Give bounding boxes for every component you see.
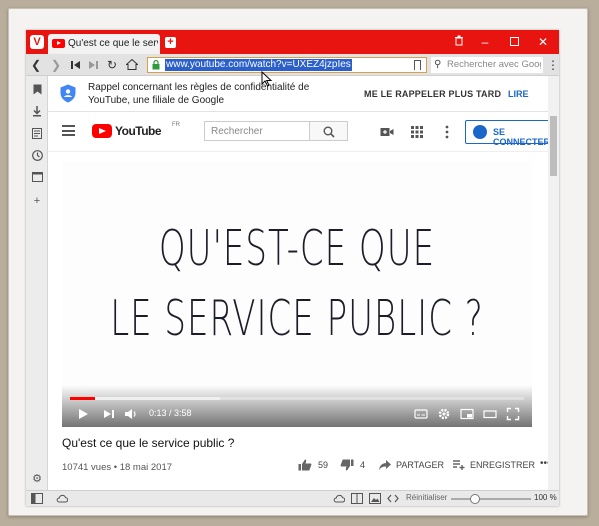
apps-grid-icon[interactable] (410, 125, 424, 139)
youtube-search-placeholder: Rechercher (211, 126, 263, 137)
volume-icon[interactable] (124, 407, 138, 421)
theater-mode-icon[interactable] (483, 407, 497, 421)
home-icon[interactable] (124, 56, 140, 74)
mouse-cursor-icon (261, 71, 273, 87)
lock-icon (152, 60, 160, 70)
downloads-icon[interactable] (30, 106, 44, 120)
video-frame-text-line1: QU'EST-CE QUE (158, 220, 436, 278)
video-frame-text-line2: LE SERVICE PUBLIC ? (110, 290, 484, 348)
dislike-icon[interactable] (340, 459, 354, 471)
add-to-playlist-icon[interactable] (452, 459, 466, 471)
window-panel-icon[interactable] (30, 172, 44, 186)
account-icon (473, 125, 487, 139)
hamburger-menu-icon[interactable] (62, 125, 75, 136)
video-meta: 10741 vues • 18 mai 2017 (62, 462, 173, 473)
tab-title: Qu'est ce que le service public (68, 38, 158, 49)
settings-more-icon[interactable] (440, 125, 454, 139)
url-text: www.youtube.com/watch?v=UXEZ4jzpIes (165, 59, 352, 71)
trash-icon[interactable] (451, 34, 467, 50)
privacy-notice: Rappel concernant les règles de confiden… (48, 76, 548, 112)
title-bar: V Qu'est ce que le service public + – ✕ (26, 30, 559, 54)
url-field[interactable]: www.youtube.com/watch?v=UXEZ4jzpIes (147, 57, 427, 73)
youtube-logo-text[interactable]: YouTube (115, 124, 162, 138)
bookmarks-icon[interactable] (30, 84, 44, 98)
youtube-logo-icon[interactable] (92, 124, 112, 138)
page-content: Rappel concernant les règles de confiden… (48, 76, 559, 490)
vivaldi-menu-button[interactable]: V (30, 35, 44, 49)
share-button[interactable]: PARTAGER (396, 460, 444, 470)
progress-fill (70, 397, 95, 400)
youtube-search-button[interactable] (310, 121, 348, 141)
scrollbar-thumb[interactable] (550, 116, 557, 176)
close-button[interactable]: ✕ (535, 34, 551, 50)
video-player[interactable]: QU'EST-CE QUE LE SERVICE PUBLIC ? 0:13 /… (62, 162, 532, 427)
like-count: 59 (318, 460, 329, 470)
forward-icon[interactable]: ❯ (48, 56, 64, 74)
minimize-button[interactable]: – (477, 34, 493, 50)
status-bar: Réinitialiser 100 % (26, 490, 559, 506)
zoom-slider[interactable] (451, 494, 531, 504)
read-button[interactable]: LIRE (508, 89, 529, 99)
progress-bar[interactable] (70, 397, 524, 400)
page-tiling-icon[interactable] (351, 493, 363, 504)
region-label: FR (172, 122, 180, 128)
share-icon[interactable] (378, 459, 392, 471)
bookmark-icon[interactable] (414, 60, 421, 70)
reset-zoom-button[interactable]: Réinitialiser (406, 493, 447, 502)
back-icon[interactable]: ❮ (28, 56, 44, 74)
tab-youtube[interactable]: Qu'est ce que le service public (48, 34, 160, 54)
code-icon[interactable] (387, 493, 399, 504)
search-icon: ⚲ (434, 59, 442, 70)
notice-text: Rappel concernant les règles de confiden… (88, 82, 310, 106)
zoom-slider-knob[interactable] (470, 494, 480, 504)
zoom-level: 100 % (534, 493, 557, 502)
miniplayer-icon[interactable] (460, 407, 474, 421)
maximize-button[interactable] (506, 34, 522, 50)
browser-window: V Qu'est ce que le service public + – ✕ … (26, 30, 559, 506)
like-icon[interactable] (298, 459, 312, 471)
dislike-count: 4 (360, 460, 366, 470)
new-tab-button[interactable]: + (165, 37, 176, 48)
page-actions-icon[interactable] (333, 493, 345, 504)
remind-later-button[interactable]: ME LE RAPPELER PLUS TARD (364, 89, 501, 99)
subtitles-icon[interactable] (414, 407, 428, 421)
menu-icon[interactable]: ⋮ (547, 57, 559, 73)
search-field[interactable]: ⚲ Rechercher avec Goog (431, 57, 543, 73)
fullscreen-icon[interactable] (506, 407, 520, 421)
search-icon (323, 126, 335, 138)
gear-icon[interactable] (437, 407, 451, 421)
youtube-search-input[interactable]: Rechercher (204, 121, 310, 141)
side-panel: + ⚙ (26, 76, 48, 490)
play-icon[interactable] (76, 407, 90, 421)
panel-toggle-icon[interactable] (31, 493, 43, 504)
shield-icon (60, 84, 76, 103)
reload-icon[interactable]: ↻ (104, 56, 120, 74)
next-icon[interactable] (102, 407, 116, 421)
scrollbar[interactable] (548, 76, 559, 490)
player-controls: 0:13 / 3:58 (62, 385, 532, 427)
add-panel-icon[interactable]: + (30, 194, 44, 208)
upload-video-icon[interactable] (380, 125, 394, 139)
address-bar: ❮ ❯ ↻ www.youtube.com/watch?v=UXEZ4jzpIe… (26, 54, 559, 76)
settings-icon[interactable]: ⚙ (30, 472, 44, 486)
search-placeholder: Rechercher avec Goog (447, 59, 541, 70)
sync-cloud-icon[interactable] (56, 493, 68, 504)
time-display: 0:13 / 3:58 (149, 408, 192, 418)
sign-in-button[interactable]: SE CONNECTER (465, 120, 559, 147)
youtube-favicon-icon (52, 39, 65, 48)
rewind-icon[interactable] (68, 56, 84, 74)
notes-icon[interactable] (30, 128, 44, 142)
save-button[interactable]: ENREGISTRER (470, 460, 535, 470)
video-title: Qu'est ce que le service public ? (62, 436, 235, 450)
fast-forward-icon[interactable] (85, 56, 101, 74)
history-icon[interactable] (30, 150, 44, 164)
image-toggle-icon[interactable] (369, 493, 381, 504)
youtube-header: YouTube FR Rechercher SE CONNECTER (48, 112, 559, 152)
